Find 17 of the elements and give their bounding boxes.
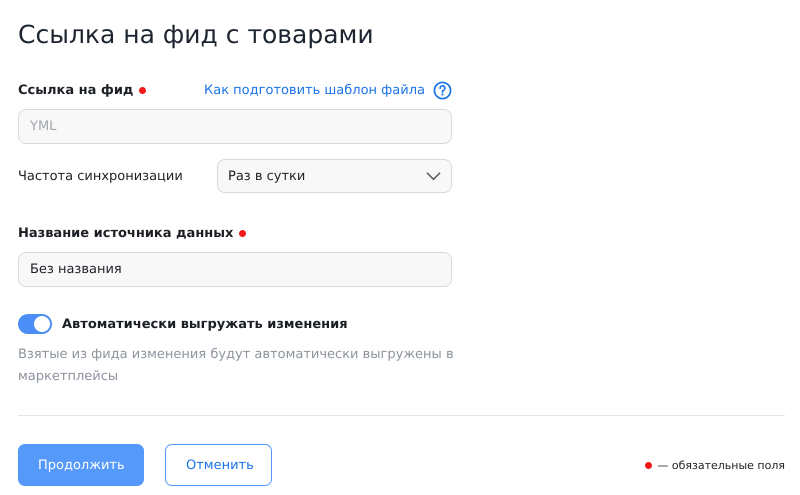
feed-url-field[interactable]: YML: [18, 109, 452, 144]
required-dot: [645, 462, 652, 468]
chevron-down-icon: [426, 171, 441, 181]
cancel-button[interactable]: Отменить: [165, 444, 272, 486]
frequency-dropdown[interactable]: Раз в сутки: [217, 159, 452, 193]
toggle-label: Автоматически выгружать изменения: [62, 316, 348, 332]
description-text: Взятые из фида изменения будут автоматически выгружены в маркетплейсы: [18, 346, 455, 386]
legend-text: — обязательные поля: [657, 458, 785, 472]
source-name-field[interactable]: Без названия: [18, 252, 452, 287]
help-link[interactable]: Как подготовить шаблон файла: [204, 82, 425, 98]
continue-button[interactable]: Продолжить: [18, 444, 144, 486]
field-label: Частота синхронизации: [18, 168, 184, 184]
help-icon[interactable]: [433, 80, 452, 100]
toggle-switch[interactable]: [18, 314, 52, 334]
field-label: Ссылка на фид: [18, 82, 134, 98]
field-label: Название источника данных: [18, 226, 234, 240]
page-title: Ссылка на фид с товарами: [18, 19, 375, 51]
